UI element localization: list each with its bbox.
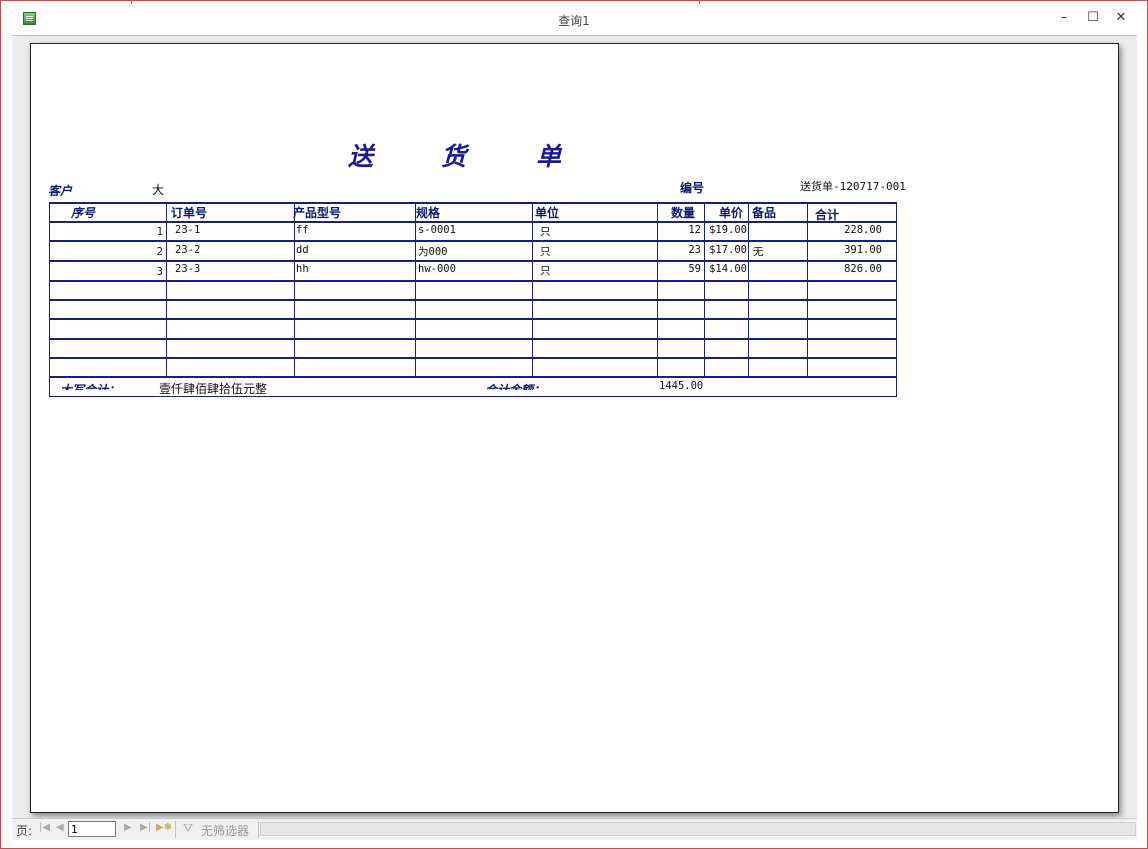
title-tick (699, 1, 700, 4)
cell-order: 23-3 (175, 263, 201, 275)
table-vrule (896, 202, 897, 377)
total-amount-value: 1445.00 (659, 380, 704, 392)
table-vrule (294, 202, 295, 377)
cell-spec: 为000 (418, 246, 448, 258)
cell-price: $19.00 (709, 224, 747, 236)
table-rule (49, 280, 897, 282)
table-vrule (807, 202, 808, 377)
report-title: 送 货 单 (31, 137, 1118, 177)
cell-unit: 只 (540, 246, 551, 258)
new-page-icon[interactable]: ▶✱ (156, 822, 172, 833)
table-vrule (49, 377, 50, 397)
cell-price: $17.00 (709, 244, 747, 256)
cell-qty: 12 (688, 224, 701, 236)
separator (175, 821, 176, 838)
title-bar: 查询1 – ☐ ✕ (1, 1, 1147, 33)
table-rule (49, 338, 897, 340)
access-window: 查询1 – ☐ ✕ 送 货 单 客户 大 编号 送货单-120717-001 序… (0, 0, 1148, 849)
column-header: 产品型号 (293, 206, 342, 220)
cell-spec: hw-000 (418, 263, 456, 275)
cell-order: 23-1 (175, 224, 201, 236)
cell-qty: 23 (688, 244, 701, 256)
table-vrule (532, 202, 533, 377)
table-rule (49, 221, 897, 223)
separator (258, 821, 259, 838)
first-page-icon[interactable]: |◀ (39, 822, 50, 833)
cell-unit: 只 (540, 226, 551, 238)
cell-total: 826.00 (844, 263, 882, 275)
last-page-icon[interactable]: ▶| (140, 822, 151, 833)
column-header: 合计 (815, 208, 840, 222)
cell-price: $14.00 (709, 263, 747, 275)
table-vrule (748, 202, 749, 377)
cell-seq: 3 (156, 266, 163, 278)
cell-seq: 2 (156, 246, 163, 258)
title-char: 货 (441, 142, 467, 171)
page-number-input[interactable] (68, 821, 116, 837)
title-tick (131, 1, 132, 4)
cell-total: 391.00 (844, 244, 882, 256)
uppercase-total-label: 大写合计： (60, 383, 121, 390)
column-header: 数量 (671, 206, 696, 220)
number-label: 编号 (680, 181, 705, 195)
column-header: 订单号 (171, 206, 208, 220)
table-rule (49, 260, 897, 262)
table-vrule (166, 202, 167, 377)
cell-model: hh (296, 263, 309, 275)
table-rule (49, 299, 897, 301)
report-page: 送 货 单 客户 大 编号 送货单-120717-001 序号 订单号 产品型号… (30, 43, 1119, 813)
table-rule (49, 357, 897, 359)
cell-spec: s-0001 (418, 224, 456, 236)
cell-order: 23-2 (175, 244, 201, 256)
column-header: 单位 (535, 206, 560, 220)
column-header: 序号 (71, 206, 96, 220)
cell-total: 228.00 (844, 224, 882, 236)
column-header: 备品 (752, 206, 777, 220)
page-label: 页: (16, 824, 33, 838)
filter-icon[interactable]: ⛛ (183, 821, 193, 836)
table-rule (49, 318, 897, 320)
table-vrule (896, 377, 897, 397)
prev-page-icon[interactable]: ◀ (56, 822, 64, 833)
table-vrule (704, 202, 705, 377)
column-header: 规格 (416, 206, 441, 220)
title-char: 送 (348, 142, 374, 171)
table-vrule (49, 202, 50, 377)
report-preview-area[interactable]: 送 货 单 客户 大 编号 送货单-120717-001 序号 订单号 产品型号… (12, 35, 1137, 818)
table-vrule (415, 202, 416, 377)
customer-value: 大 (152, 183, 165, 197)
minimize-button[interactable]: – (1052, 7, 1076, 29)
cell-spare: 无 (753, 246, 764, 258)
maximize-button[interactable]: ☐ (1081, 7, 1105, 29)
close-button[interactable]: ✕ (1109, 7, 1133, 29)
cell-model: ff (296, 224, 309, 236)
number-value: 送货单-120717-001 (800, 180, 906, 193)
uppercase-total-value: 壹仟肆佰肆拾伍元整 (159, 382, 268, 396)
cell-model: dd (296, 244, 309, 256)
customer-label: 客户 (48, 184, 73, 198)
next-page-icon[interactable]: ▶ (124, 822, 132, 833)
title-char: 单 (536, 142, 562, 171)
cell-unit: 只 (540, 265, 551, 277)
table-rule (49, 376, 897, 378)
cell-qty: 59 (688, 263, 701, 275)
total-amount-label: 合计金额： (485, 383, 546, 390)
cell-seq: 1 (156, 226, 163, 238)
column-header: 单价 (719, 206, 744, 220)
record-navigation-bar: 页: |◀ ◀ ▶ ▶| ▶✱ ⛛ 无筛选器 (12, 818, 1137, 840)
no-filter-button[interactable]: 无筛选器 (201, 822, 249, 839)
table-rule (49, 240, 897, 242)
window-title: 查询1 (558, 14, 590, 28)
horizontal-scrollbar[interactable] (260, 822, 1136, 836)
